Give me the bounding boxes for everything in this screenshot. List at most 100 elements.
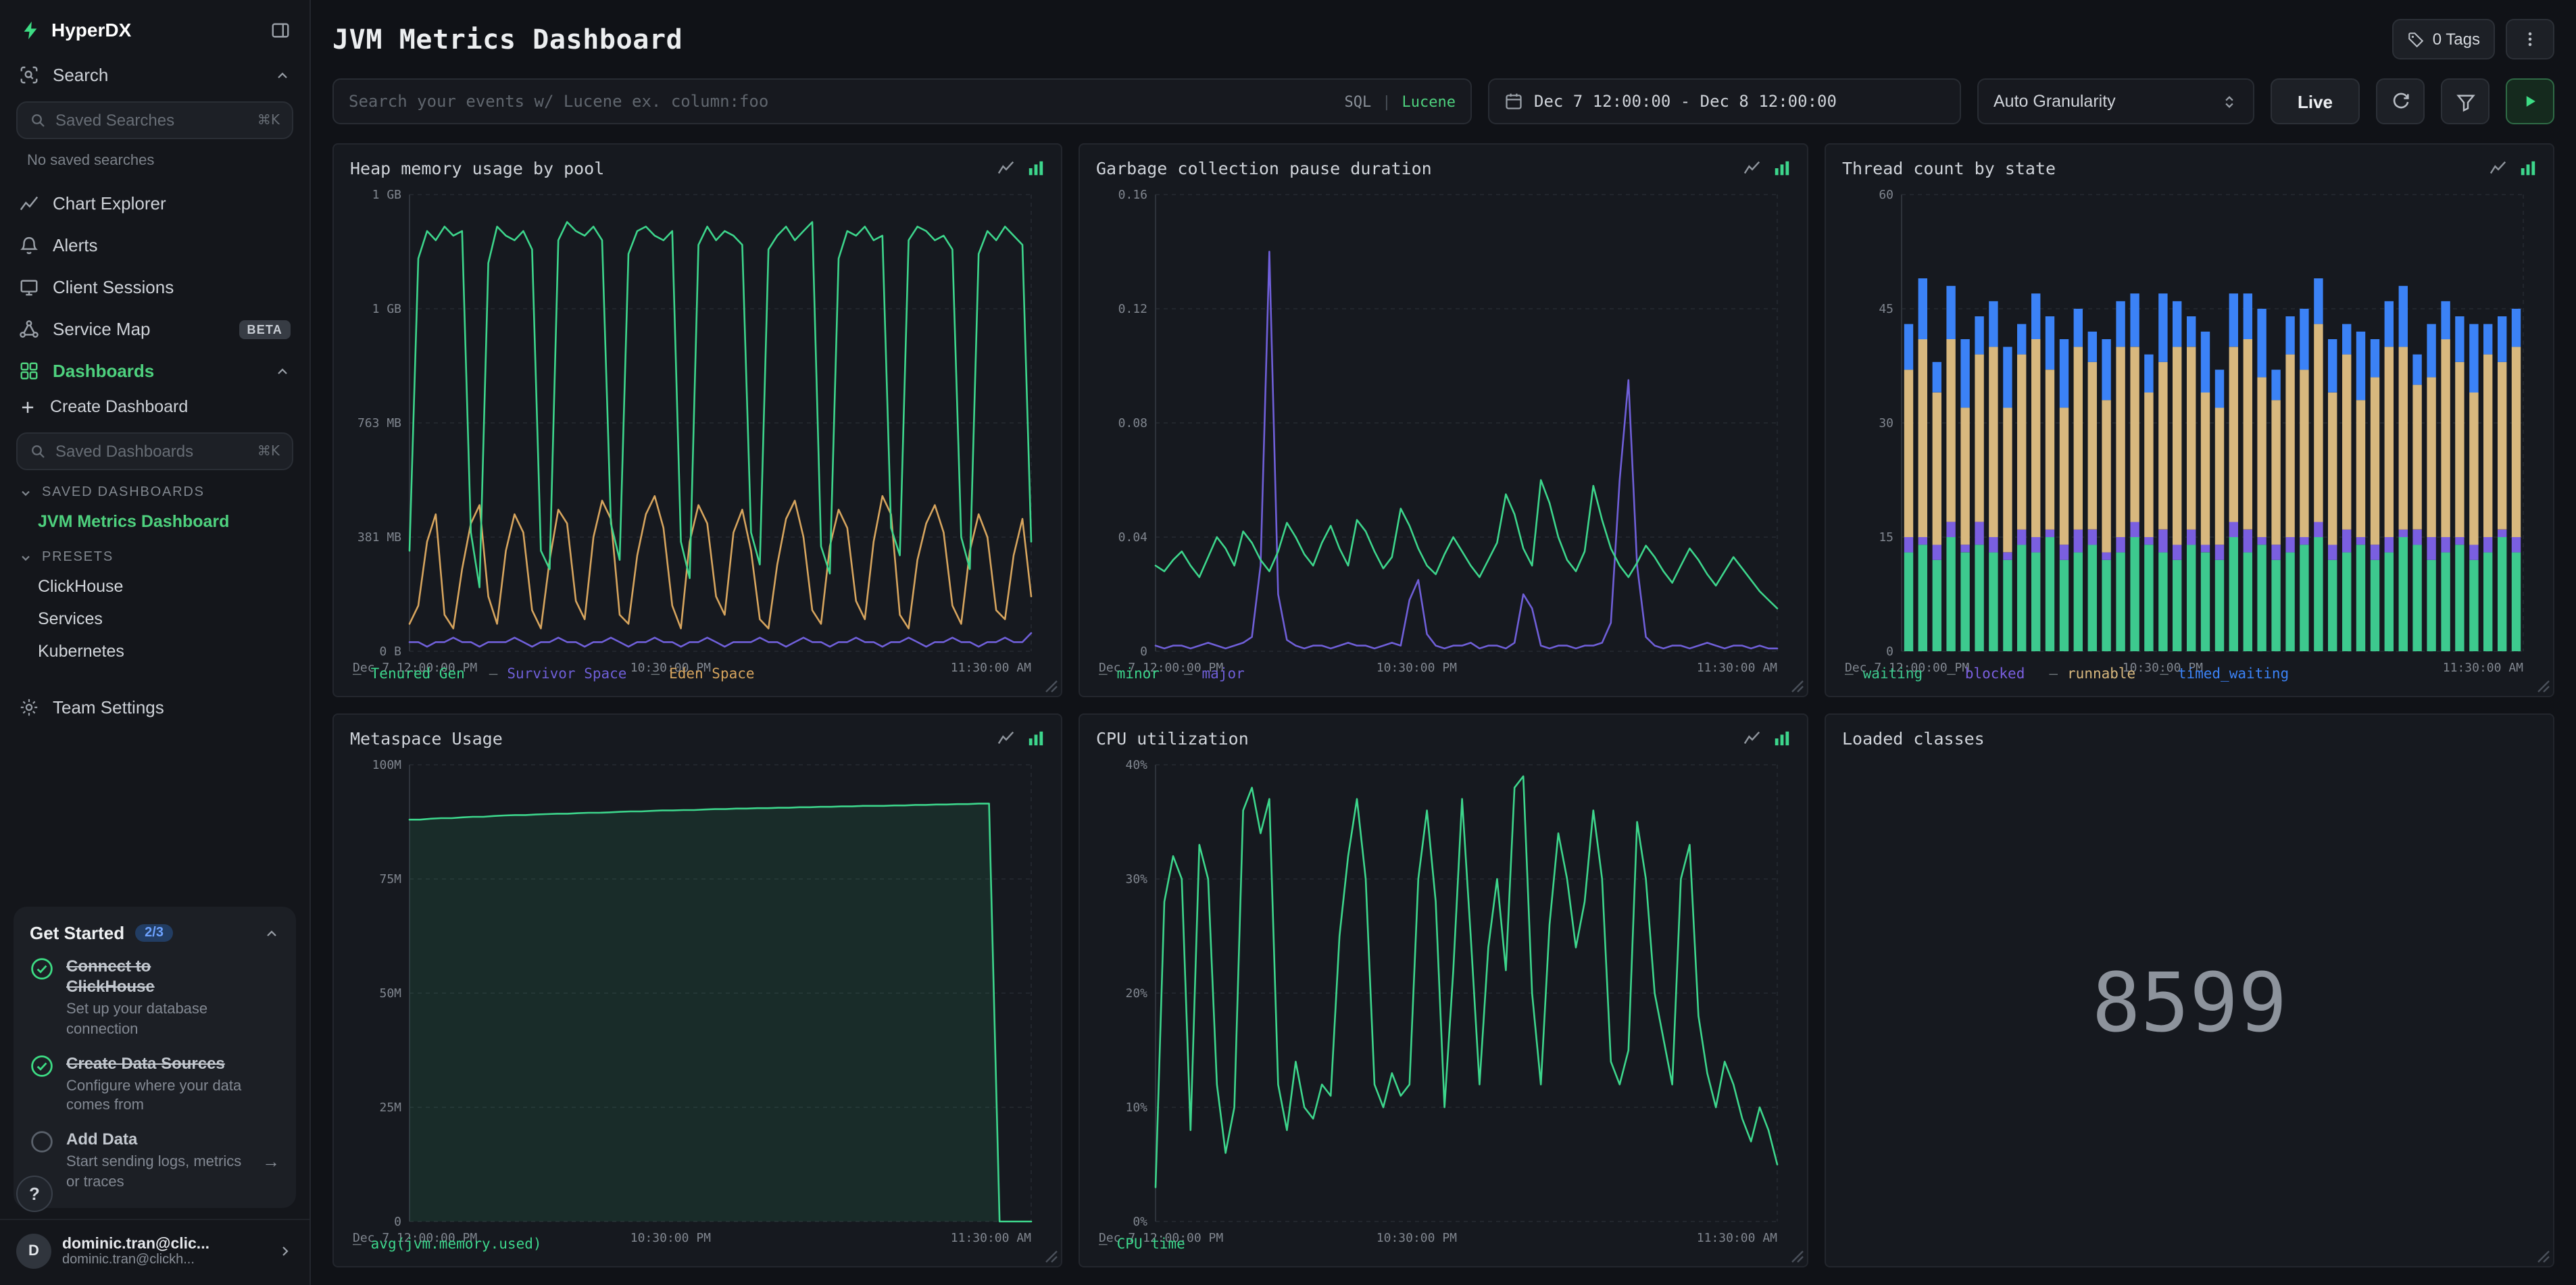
legend-item[interactable]: — Eden Space <box>651 666 754 682</box>
bar-chart-toggle-icon[interactable] <box>2519 159 2537 177</box>
sidebar-item-jvm-metrics-dashboard[interactable]: JVM Metrics Dashboard <box>0 505 309 538</box>
refresh-button[interactable] <box>2376 78 2425 124</box>
legend-label: Survivor Space <box>507 666 627 682</box>
create-dashboard-button[interactable]: Create Dashboard <box>0 392 309 427</box>
resize-handle[interactable] <box>1045 1250 1058 1263</box>
get-started-step[interactable]: Connect to ClickHouse Set up your databa… <box>30 957 280 1038</box>
resize-handle[interactable] <box>2537 1250 2550 1263</box>
chart-legend: — minor — major <box>1096 659 1791 688</box>
legend-dash: — <box>353 666 362 682</box>
sidebar-item-clickhouse[interactable]: ClickHouse <box>0 570 309 603</box>
sidebar-item-kubernetes[interactable]: Kubernetes <box>0 635 309 667</box>
line-chart-toggle-icon[interactable] <box>1743 730 1761 747</box>
sidebar-item-label: Service Map <box>53 319 151 339</box>
resize-handle[interactable] <box>1791 1250 1804 1263</box>
legend-dash: — <box>2160 666 2169 682</box>
legend-label: avg(jvm.memory.used) <box>370 1236 542 1253</box>
sidebar-collapse-icon[interactable] <box>270 20 291 40</box>
bar-chart-toggle-icon[interactable] <box>1027 159 1045 177</box>
get-started-title: Get Started <box>30 923 125 944</box>
resize-handle[interactable] <box>2537 680 2550 693</box>
legend-dash: — <box>651 666 660 682</box>
saved-dashboards-field[interactable] <box>55 442 248 461</box>
step-desc: Start sending logs, metrics or traces <box>66 1154 242 1190</box>
help-button[interactable]: ? <box>16 1176 53 1212</box>
saved-dashboards-input[interactable]: ⌘K <box>16 432 293 470</box>
chevron-right-icon <box>282 1246 289 1256</box>
sidebar-item-dashboards[interactable]: Dashboards <box>0 350 309 392</box>
live-button[interactable]: Live <box>2271 78 2360 124</box>
dashboard-menu-button[interactable] <box>2506 19 2554 59</box>
refresh-icon <box>2392 92 2408 108</box>
sidebar-item-services[interactable]: Services <box>0 603 309 635</box>
sql-toggle[interactable]: SQL <box>1345 93 1372 110</box>
svg-text:381 MB: 381 MB <box>357 530 401 545</box>
gc-pause-chart[interactable]: 0.16 0.12 0.08 0.04 0 Dec 7 12:00:00 PM 10:30:… <box>1096 184 1791 675</box>
user-menu[interactable]: D dominic.tran@clic... dominic.tran@clic… <box>0 1219 309 1285</box>
thread-count-chart[interactable]: 60 45 30 15 0 Dec 7 12:00:00 PM 10:30:00 PM 11:… <box>1842 184 2537 675</box>
legend-dash: — <box>1183 666 1193 682</box>
legend-label: Tenured Gen <box>370 666 465 682</box>
resize-handle[interactable] <box>1791 680 1804 693</box>
sidebar-item-service-map[interactable]: Service Map BETA <box>0 308 309 350</box>
play-icon <box>2526 96 2535 107</box>
tags-button[interactable]: 0 Tags <box>2392 19 2495 59</box>
legend-item[interactable]: — timed_waiting <box>2160 666 2289 682</box>
legend-item[interactable]: — minor <box>1099 666 1160 682</box>
resize-handle[interactable] <box>1045 680 1058 693</box>
time-range-picker[interactable]: Dec 7 12:00:00 - Dec 8 12:00:00 <box>1488 78 1961 124</box>
sidebar-item-client-sessions[interactable]: Client Sessions <box>0 266 309 308</box>
run-query-button[interactable] <box>2506 78 2554 124</box>
check-circle-icon <box>31 1055 53 1077</box>
legend-item[interactable]: — avg(jvm.memory.used) <box>353 1236 542 1253</box>
legend-item[interactable]: — major <box>1184 666 1245 682</box>
saved-searches-field[interactable] <box>55 111 248 130</box>
section-saved-dashboards[interactable]: SAVED DASHBOARDS <box>0 473 309 505</box>
legend-label: major <box>1202 666 1245 682</box>
legend-dash: — <box>1099 666 1108 682</box>
filter-button[interactable] <box>2441 78 2490 124</box>
legend-item[interactable]: — CPU time <box>1099 1236 1185 1253</box>
metaspace-chart[interactable]: 100M 75M 50M 25M 0 Dec 7 12:00:00 PM 10:30:00 … <box>350 754 1045 1245</box>
bar-chart-toggle-icon[interactable] <box>1027 730 1045 747</box>
bar-chart-toggle-icon[interactable] <box>1773 730 1791 747</box>
svg-text:0.08: 0.08 <box>1118 416 1147 430</box>
sidebar-item-alerts[interactable]: Alerts <box>0 224 309 266</box>
line-chart-toggle-icon[interactable] <box>2490 159 2507 177</box>
step-title: Connect to ClickHouse <box>66 957 155 997</box>
line-chart-toggle-icon[interactable] <box>1743 159 1761 177</box>
heap-memory-chart[interactable]: 1 GB 1 GB 763 MB 381 MB 0 B Dec 7 12:00:00 PM… <box>350 184 1045 675</box>
get-started-step[interactable]: Add Data Start sending logs, metrics or … <box>30 1130 280 1192</box>
line-chart-toggle-icon[interactable] <box>997 159 1015 177</box>
lucene-toggle[interactable]: Lucene <box>1402 93 1456 110</box>
legend-item[interactable]: — Tenured Gen <box>353 666 465 682</box>
chart-legend: — CPU time <box>1096 1230 1791 1258</box>
line-chart-toggle-icon[interactable] <box>997 730 1015 747</box>
get-started-step[interactable]: Create Data Sources Configure where your… <box>30 1054 280 1115</box>
legend-dash: — <box>353 1236 362 1253</box>
svg-text:10%: 10% <box>1125 1101 1147 1115</box>
chevron-up-icon[interactable] <box>264 925 280 941</box>
sidebar-item-chart-explorer[interactable]: Chart Explorer <box>0 182 309 224</box>
svg-text:1 GB: 1 GB <box>372 302 401 316</box>
event-search-bar[interactable]: SQL | Lucene <box>332 78 1472 124</box>
section-presets[interactable]: PRESETS <box>0 538 309 570</box>
service-map-icon <box>20 320 39 338</box>
sidebar-item-team-settings[interactable]: Team Settings <box>0 686 309 728</box>
bar-chart-toggle-icon[interactable] <box>1773 159 1791 177</box>
sidebar-item-search[interactable]: Search <box>0 54 309 96</box>
legend-item[interactable]: — runnable <box>2049 666 2135 682</box>
svg-text:60: 60 <box>1879 188 1893 202</box>
granularity-select[interactable]: Auto Granularity <box>1977 78 2254 124</box>
cpu-utilization-chart[interactable]: 40% 30% 20% 10% 0% Dec 7 12:00:00 PM 10:30:00 … <box>1096 754 1791 1245</box>
event-search-input[interactable] <box>349 92 1334 111</box>
legend-item[interactable]: — waiting <box>1845 666 1923 682</box>
chart-legend: — avg(jvm.memory.used) <box>350 1230 1045 1258</box>
legend-item[interactable]: — Survivor Space <box>489 666 627 682</box>
legend-dash: — <box>2049 666 2058 682</box>
legend-item[interactable]: — blocked <box>1947 666 2025 682</box>
saved-searches-input[interactable]: ⌘K <box>16 101 293 139</box>
svg-text:75M: 75M <box>379 872 401 886</box>
sidebar-item-label: Team Settings <box>53 697 164 717</box>
select-chevrons-icon <box>2225 95 2233 107</box>
